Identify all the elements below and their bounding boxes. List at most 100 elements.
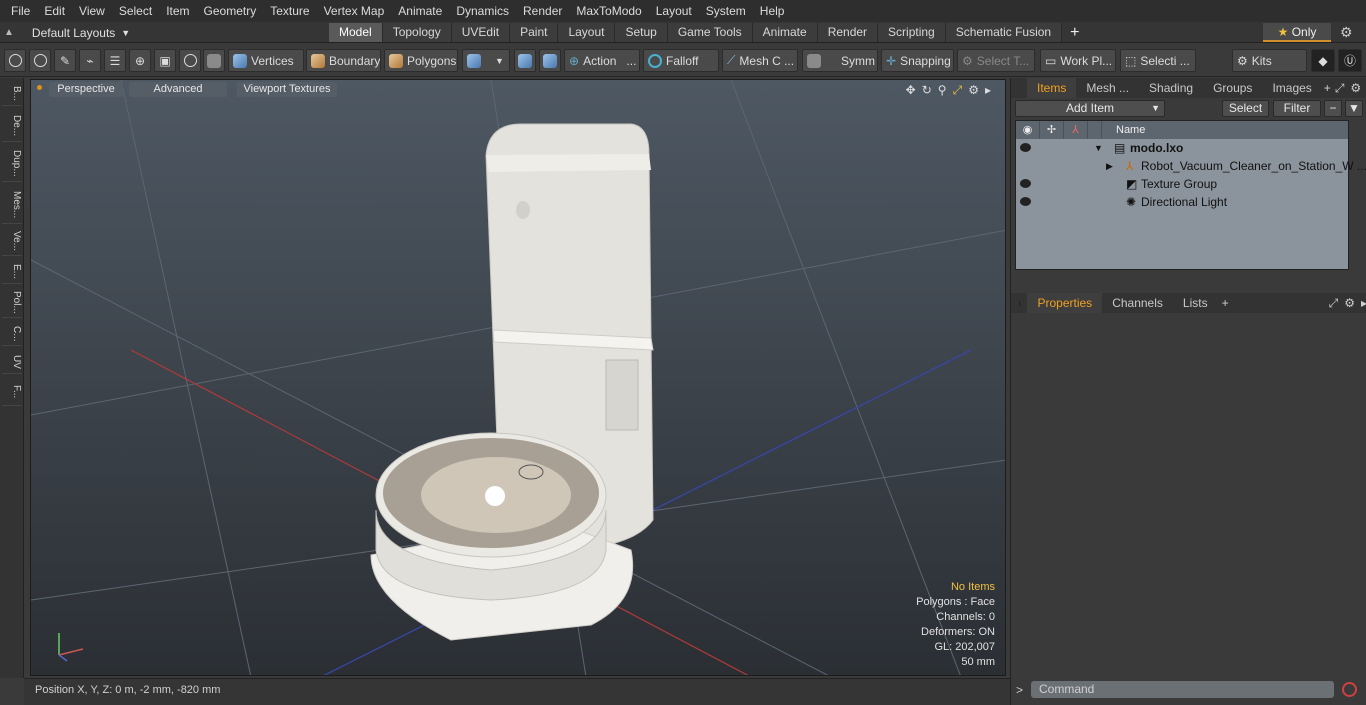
vtab-vertex[interactable]: Ve... [2, 228, 22, 256]
panel-gear-icon[interactable]: ⚙ [1350, 81, 1361, 95]
tab-groups[interactable]: Groups [1203, 78, 1262, 98]
pen-button[interactable]: ✎ [54, 49, 76, 72]
advanced-button[interactable]: Advanced [129, 82, 227, 97]
vtab-deform[interactable]: De... [2, 110, 22, 142]
vertices-button[interactable]: Vertices [228, 49, 304, 72]
vtab-duplicate[interactable]: Dup... [2, 146, 22, 182]
unity-button[interactable]: ◆ [1311, 49, 1335, 72]
polygons-button[interactable]: Polygons [384, 49, 458, 72]
tab-layout[interactable]: Layout [558, 23, 616, 42]
tab-schematic-fusion[interactable]: Schematic Fusion [945, 23, 1063, 42]
layout-selector[interactable]: ▲ Default Layouts ▼ [4, 22, 130, 43]
globe-button[interactable] [29, 49, 51, 72]
falloff-button[interactable]: Falloff [643, 49, 719, 72]
play-arrow-icon[interactable]: ▸ [985, 83, 991, 98]
expand-icon[interactable]: ⤢ [1329, 296, 1339, 311]
vtab-edge[interactable]: E... [2, 260, 22, 284]
add-item-button[interactable]: Add Item ▼ [1015, 100, 1165, 117]
tab-animate[interactable]: Animate [752, 23, 818, 42]
tab-images[interactable]: Images [1262, 78, 1321, 98]
menu-select[interactable]: Select [112, 0, 159, 22]
snap-toggle-button[interactable] [514, 49, 536, 72]
brush-button[interactable]: ⌁ [79, 49, 101, 72]
tab-lists[interactable]: Lists [1173, 293, 1218, 313]
frame-button[interactable]: ▣ [154, 49, 176, 72]
timer-button[interactable] [179, 49, 201, 72]
tree-row-directional-light[interactable]: ✺ Directional Light [1016, 193, 1348, 211]
axes-column-icon[interactable]: ⅄ [1064, 121, 1088, 139]
name-column-header[interactable]: Name [1102, 121, 1145, 139]
tab-paint[interactable]: Paint [510, 23, 559, 42]
vtab-uv[interactable]: UV [2, 350, 22, 374]
symmetry-toggle-button[interactable] [539, 49, 561, 72]
symmetry-button[interactable]: Symm ... [802, 49, 878, 72]
menu-item[interactable]: Item [159, 0, 196, 22]
tab-items[interactable]: Items [1027, 78, 1077, 98]
visibility-column-eye-icon[interactable]: ◉ [1016, 121, 1040, 139]
tab-properties[interactable]: Properties [1027, 293, 1103, 313]
command-input[interactable]: Command [1031, 681, 1334, 698]
record-icon[interactable] [1342, 682, 1357, 697]
tab-setup[interactable]: Setup [615, 23, 668, 42]
menu-layout[interactable]: Layout [649, 0, 699, 22]
mesh-constraint-button[interactable]: ⟋ Mesh C ... [722, 49, 798, 72]
menu-render[interactable]: Render [516, 0, 569, 22]
menu-maxtomodo[interactable]: MaxToModo [569, 0, 648, 22]
tab-render[interactable]: Render [817, 23, 879, 42]
gear-icon[interactable]: ⚙ [1340, 24, 1353, 41]
expand-arrow-icon[interactable]: ▼ [1094, 139, 1103, 157]
tab-shading[interactable]: Shading [1139, 78, 1203, 98]
menu-animate[interactable]: Animate [391, 0, 449, 22]
filter-button[interactable]: Filter [1273, 100, 1321, 117]
perspective-button[interactable]: Perspective [49, 82, 123, 97]
add-tab-icon[interactable]: + [1222, 296, 1229, 310]
lock-column-icon[interactable]: ✢ [1040, 121, 1064, 139]
add-tab-icon[interactable]: + [1324, 81, 1331, 95]
maximize-icon[interactable]: ⤢ [953, 83, 963, 98]
select-through-button[interactable]: ⚙ Select T... [957, 49, 1035, 72]
select-button[interactable]: Select [1222, 100, 1269, 117]
menu-help[interactable]: Help [753, 0, 792, 22]
only-toggle[interactable]: ★ Only [1263, 23, 1331, 42]
tab-uvedit[interactable]: UVEdit [451, 23, 511, 42]
tab-mesh[interactable]: Mesh ... [1076, 78, 1139, 98]
work-plane-button[interactable]: ▭ Work Pl... [1040, 49, 1116, 72]
item-mode-button[interactable]: ▼ [462, 49, 510, 72]
3d-viewport[interactable]: Perspective Advanced Viewport Textures ✥… [30, 79, 1006, 676]
vtab-curve[interactable]: C... [2, 322, 22, 346]
tree-row-robot-vacuum[interactable]: ▶ ⅄ Robot_Vacuum_Cleaner_on_Station_W ..… [1016, 157, 1366, 175]
vtab-polygon[interactable]: Pol... [2, 288, 22, 318]
snapping-button[interactable]: ✛ Snapping [881, 49, 954, 72]
vtab-fusion[interactable]: F... [2, 378, 22, 406]
funnel-button[interactable]: ▼ [1345, 100, 1363, 117]
eye-icon[interactable] [1020, 179, 1031, 188]
tree-row-texture-group[interactable]: ◩ Texture Group [1016, 175, 1348, 193]
collapse-button[interactable]: − [1324, 100, 1342, 117]
kits-button[interactable]: ⚙ Kits [1232, 49, 1307, 72]
panel-arrow-icon[interactable]: ▸ [1361, 296, 1366, 310]
menu-edit[interactable]: Edit [37, 0, 72, 22]
selection-sets-button[interactable]: ⬚ Selecti ... [1120, 49, 1196, 72]
viewport-gear-icon[interactable]: ⚙ [968, 83, 979, 98]
vtab-basic[interactable]: B... [2, 82, 22, 106]
tree-row-modo[interactable]: ▼ ▤ modo.lxo [1016, 139, 1348, 157]
menu-dynamics[interactable]: Dynamics [449, 0, 516, 22]
menu-geometry[interactable]: Geometry [197, 0, 264, 22]
rotate-icon[interactable]: ↻ [922, 83, 932, 98]
boundary-button[interactable]: Boundary [306, 49, 381, 72]
eye-icon[interactable] [1020, 143, 1031, 152]
menu-view[interactable]: View [72, 0, 112, 22]
eye-icon[interactable] [1020, 197, 1031, 206]
select-mode-button[interactable] [4, 49, 26, 72]
panel-gear-icon[interactable]: ⚙ [1344, 296, 1355, 310]
align-button[interactable]: ☰ [104, 49, 126, 72]
menu-vertex-map[interactable]: Vertex Map [317, 0, 392, 22]
tab-model[interactable]: Model [329, 23, 383, 42]
menu-system[interactable]: System [699, 0, 753, 22]
unreal-button[interactable]: Ⓤ [1338, 49, 1362, 72]
tab-channels[interactable]: Channels [1102, 293, 1173, 313]
move-icon[interactable]: ✥ [906, 83, 916, 98]
expand-icon[interactable]: ⤢ [1335, 81, 1345, 96]
menu-file[interactable]: File [4, 0, 37, 22]
add-tab-icon[interactable]: + [1062, 23, 1087, 42]
